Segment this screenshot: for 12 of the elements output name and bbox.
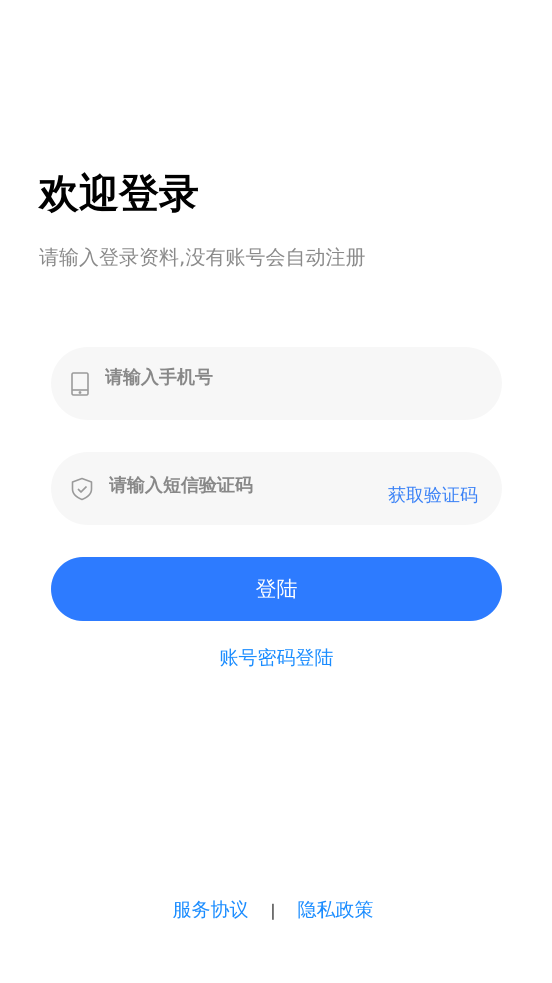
password-login-link[interactable]: 账号密码登陆 [220,645,334,671]
login-button[interactable]: 登陆 [51,557,502,621]
page-title: 欢迎登录 [39,170,200,219]
phone-field[interactable]: 请输入手机号 [51,347,502,420]
get-code-link[interactable]: 获取验证码 [388,482,478,506]
footer-link[interactable]: 服务协议 [172,897,248,923]
footer-link[interactable]: 隐私政策 [298,897,374,923]
separator: | [270,900,276,920]
phone-icon [71,372,89,396]
code-field[interactable]: 请输入短信验证码 获取验证码 [51,452,502,525]
subtitle: 请输入登录资料,没有账号会自动注册 [39,244,366,271]
shield-check-icon [71,476,93,500]
